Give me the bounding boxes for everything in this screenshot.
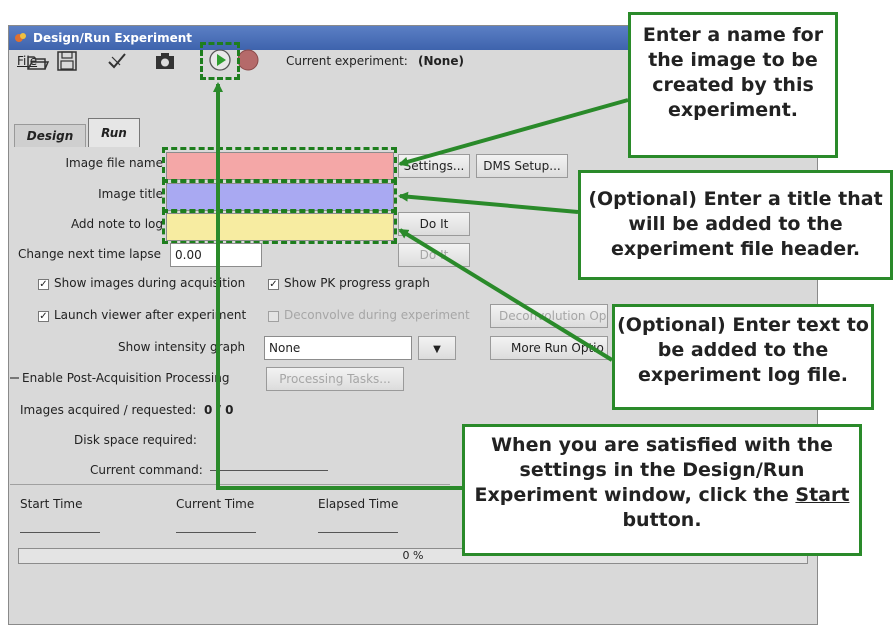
enable-post-label: Enable Post-Acquisition Processing <box>22 371 230 385</box>
current-experiment-value: (None) <box>418 54 464 68</box>
do-it-button-2[interactable]: Do It <box>398 243 470 267</box>
callout-image-title-text: (Optional) Enter a title that will be ad… <box>588 188 883 260</box>
save-button[interactable] <box>54 48 80 74</box>
callout-log-text: (Optional) Enter text to be added to the… <box>617 314 869 386</box>
tab-run[interactable]: Run <box>88 118 140 147</box>
progress-text: 0 % <box>402 549 424 562</box>
image-title-label: Image title <box>98 187 163 201</box>
current-experiment-label: Current experiment: <box>286 54 408 68</box>
callout-image-name: Enter a name for the image to be created… <box>628 12 838 158</box>
elapsed-time-label: Elapsed Time <box>318 497 399 511</box>
time-lapse-input[interactable]: 0.00 <box>170 243 262 267</box>
current-command-label: Current command: <box>90 463 203 477</box>
checkmark-icon <box>108 53 126 69</box>
tab-design-label: Design <box>26 129 74 143</box>
show-images-label: Show images during acquisition <box>54 276 246 290</box>
divider <box>10 484 450 485</box>
launch-viewer-label: Launch viewer after experiment <box>54 308 247 322</box>
settings-button[interactable]: Settings... <box>398 154 470 178</box>
image-file-name-label: Image file name <box>65 156 163 170</box>
tab-run-label: Run <box>101 126 127 140</box>
processing-tasks-button[interactable]: Processing Tasks... <box>266 367 404 391</box>
verify-button[interactable] <box>104 48 130 74</box>
image-title-highlight <box>162 179 397 213</box>
deconvolve-checkbox[interactable] <box>268 311 279 322</box>
open-button[interactable] <box>24 48 50 74</box>
camera-icon <box>156 53 174 69</box>
launch-viewer-checkbox[interactable]: ✓ <box>38 311 49 322</box>
deconvolve-label: Deconvolve during experiment <box>284 308 470 322</box>
callout-start-post: button. <box>622 509 702 531</box>
show-intensity-graph-label: Show intensity graph <box>118 340 246 354</box>
current-command-line <box>210 470 328 471</box>
app-icon <box>15 33 26 42</box>
dms-setup-button[interactable]: DMS Setup... <box>476 154 568 178</box>
deconvolution-options-button[interactable]: Deconvolution Op <box>490 304 608 328</box>
start-time-value-line <box>20 532 100 533</box>
add-note-label: Add note to log <box>70 217 163 231</box>
elapsed-time-value-line <box>318 532 398 533</box>
chevron-down-icon: ▼ <box>433 344 441 355</box>
callout-start: When you are satisfied with the settings… <box>462 424 862 556</box>
do-it-button[interactable]: Do It <box>398 212 470 236</box>
callout-start-word: Start <box>795 484 850 506</box>
show-pk-label: Show PK progress graph <box>284 276 430 290</box>
time-lapse-label: Change next time lapse <box>18 247 162 261</box>
callout-log: (Optional) Enter text to be added to the… <box>612 304 874 410</box>
current-time-value-line <box>176 532 256 533</box>
images-acquired-label: Images acquired / requested: <box>20 403 197 417</box>
intensity-graph-select[interactable]: None <box>264 336 412 360</box>
disk-space-label: Disk space required: <box>74 433 197 447</box>
show-pk-checkbox[interactable]: ✓ <box>268 279 279 290</box>
callout-start-text: When you are satisfied with the settings… <box>474 434 833 506</box>
intensity-graph-value: None <box>269 341 301 355</box>
snapshot-button[interactable] <box>152 48 178 74</box>
callout-image-title: (Optional) Enter a title that will be ad… <box>578 170 893 280</box>
open-folder-icon <box>27 56 50 70</box>
tab-design[interactable]: Design <box>14 124 86 147</box>
image-file-name-highlight <box>162 147 397 183</box>
start-button-highlight <box>200 42 240 80</box>
start-time-label: Start Time <box>20 497 83 511</box>
save-icon <box>57 51 77 71</box>
intensity-graph-dropdown[interactable]: ▼ <box>418 336 456 360</box>
more-run-options-button[interactable]: More Run Optio <box>490 336 608 360</box>
enable-post-checkbox[interactable] <box>10 374 19 379</box>
show-images-checkbox[interactable]: ✓ <box>38 279 49 290</box>
current-time-label: Current Time <box>176 497 255 511</box>
add-note-highlight <box>162 209 397 244</box>
window-title: Design/Run Experiment <box>33 31 192 45</box>
images-acquired-value: 0 / 0 <box>204 403 234 417</box>
callout-image-name-text: Enter a name for the image to be created… <box>642 24 824 121</box>
